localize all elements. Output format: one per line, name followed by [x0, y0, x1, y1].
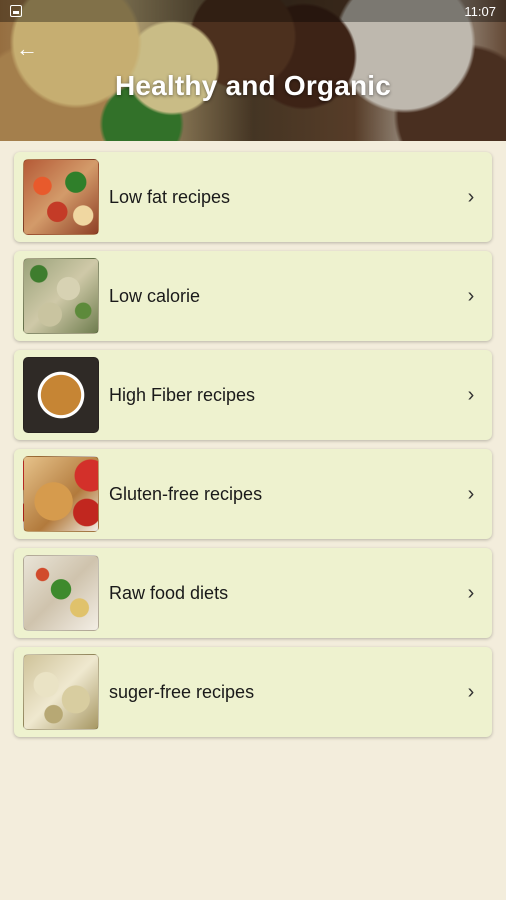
item-label: Raw food diets [109, 582, 229, 603]
chevron-right-icon: › [467, 384, 475, 406]
item-thumbnail [23, 258, 99, 334]
item-thumbnail [23, 456, 99, 532]
list-item-low-fat[interactable]: Low fat recipes › [14, 152, 492, 242]
item-label: Low fat recipes [109, 186, 231, 207]
list-item-sugar-free[interactable]: suger-free recipes › [14, 647, 492, 737]
item-thumbnail [23, 357, 99, 433]
chevron-right-icon: › [467, 582, 475, 604]
item-label: High Fiber recipes [109, 384, 256, 405]
item-thumbnail [23, 555, 99, 631]
list-item-high-fiber[interactable]: High Fiber recipes › [14, 350, 492, 440]
list-item-raw-food[interactable]: Raw food diets › [14, 548, 492, 638]
status-bar: 11:07 [0, 0, 506, 22]
chevron-right-icon: › [467, 483, 475, 505]
list-item-gluten-free[interactable]: Gluten-free recipes › [14, 449, 492, 539]
recipe-category-list: Low fat recipes › Low calorie › High Fib… [14, 152, 492, 737]
page-title: Healthy and Organic [114, 70, 392, 101]
item-thumbnail [23, 654, 99, 730]
status-time: 11:07 [464, 3, 496, 19]
list-item-low-calorie[interactable]: Low calorie › [14, 251, 492, 341]
gallery-notification-icon [10, 5, 22, 17]
chevron-right-icon: › [467, 285, 475, 307]
item-label: suger-free recipes [109, 681, 255, 702]
item-label: Low calorie [109, 285, 201, 306]
chevron-right-icon: › [467, 186, 475, 208]
item-thumbnail [23, 159, 99, 235]
chevron-right-icon: › [467, 681, 475, 703]
back-button[interactable]: ← [14, 36, 40, 62]
item-label: Gluten-free recipes [109, 483, 263, 504]
arrow-left-icon: ← [16, 36, 38, 61]
